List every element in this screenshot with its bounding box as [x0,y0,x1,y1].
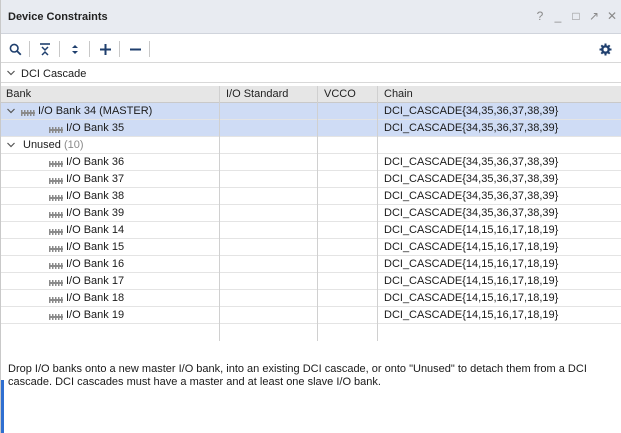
io-bank-icon [49,209,63,221]
column-divider [377,86,378,341]
search-icon[interactable] [5,39,25,59]
bank-cell: Unused [23,139,61,151]
unused-count: (10) [64,139,84,151]
bank-cell: I/O Bank 37 [66,173,125,185]
group-dci-cascade[interactable]: DCI Cascade [1,66,621,83]
help-text: Drop I/O banks onto a new master I/O ban… [8,363,587,388]
chain-cell: DCI_CASCADE{34,35,36,37,38,39} [384,190,559,202]
chain-cell: DCI_CASCADE{34,35,36,37,38,39} [384,105,559,117]
io-bank-icon [49,192,63,204]
title-bar: Device Constraints ? _ □ ↗ ✕ [1,0,621,34]
toolbar-separator [29,41,30,57]
table-row[interactable]: I/O Bank 38 DCI_CASCADE{34,35,36,37,38,39… [1,188,621,205]
chain-cell: DCI_CASCADE{34,35,36,37,38,39} [384,173,559,185]
focus-strip [1,380,4,433]
bank-cell: I/O Bank 35 [66,122,125,134]
collapse-all-icon[interactable] [35,39,55,59]
bank-cell: I/O Bank 14 [66,224,125,236]
expand-all-icon[interactable] [65,39,85,59]
column-header-chain[interactable]: Chain [384,88,413,100]
chevron-down-icon[interactable] [6,106,16,119]
chain-cell: DCI_CASCADE{34,35,36,37,38,39} [384,122,559,134]
window-controls: ? _ □ ↗ ✕ [531,9,621,23]
column-divider [317,86,318,341]
io-bank-icon [49,158,63,170]
column-header-bank[interactable]: Bank [6,88,31,100]
table-row[interactable]: I/O Bank 34 (MASTER) DCI_CASCADE{34,35,36… [1,103,621,120]
toolbar [1,35,621,63]
table-row[interactable]: I/O Bank 39 DCI_CASCADE{34,35,36,37,38,39… [1,205,621,222]
table-row[interactable]: I/O Bank 35 DCI_CASCADE{34,35,36,37,38,39… [1,120,621,137]
bank-cell: I/O Bank 36 [66,156,125,168]
table-row[interactable]: I/O Bank 15 DCI_CASCADE{14,15,16,17,18,19… [1,239,621,256]
panel-title: Device Constraints [8,11,108,23]
device-constraints-panel: Device Constraints ? _ □ ↗ ✕ DCI Cascade… [0,0,621,433]
table-row[interactable]: I/O Bank 16 DCI_CASCADE{14,15,16,17,18,19… [1,256,621,273]
chevron-down-icon[interactable] [6,68,16,81]
chain-cell: DCI_CASCADE{14,15,16,17,18,19} [384,309,559,321]
table-row[interactable]: I/O Bank 36 DCI_CASCADE{34,35,36,37,38,39… [1,154,621,171]
float-button[interactable]: ↗ [585,9,603,23]
chain-cell: DCI_CASCADE{14,15,16,17,18,19} [384,292,559,304]
toolbar-separator [119,41,120,57]
table-row[interactable]: I/O Bank 37 DCI_CASCADE{34,35,36,37,38,39… [1,171,621,188]
toolbar-separator [89,41,90,57]
chain-cell: DCI_CASCADE{14,15,16,17,18,19} [384,275,559,287]
table-row[interactable]: I/O Bank 17 DCI_CASCADE{14,15,16,17,18,19… [1,273,621,290]
io-bank-icon [49,277,63,289]
column-header-io-standard[interactable]: I/O Standard [226,88,288,100]
chain-cell: DCI_CASCADE{14,15,16,17,18,19} [384,241,559,253]
close-button[interactable]: ✕ [603,9,621,23]
table-row[interactable]: I/O Bank 18 DCI_CASCADE{14,15,16,17,18,19… [1,290,621,307]
table-header: Bank I/O Standard VCCO Chain [1,86,621,103]
help-button[interactable]: ? [531,9,549,23]
toolbar-separator [149,41,150,57]
io-bank-icon [49,124,63,136]
bank-cell: I/O Bank 38 [66,190,125,202]
maximize-button[interactable]: □ [567,9,585,23]
toolbar-separator [59,41,60,57]
chevron-down-icon[interactable] [6,140,16,153]
remove-icon[interactable] [125,39,145,59]
bank-cell: I/O Bank 16 [66,258,125,270]
io-bank-icon [49,294,63,306]
bank-cell: I/O Bank 34 (MASTER) [38,105,153,117]
io-bank-icon [49,226,63,238]
io-bank-icon [21,107,35,119]
chain-cell: DCI_CASCADE{14,15,16,17,18,19} [384,258,559,270]
minimize-button[interactable]: _ [549,9,567,23]
add-icon[interactable] [95,39,115,59]
gear-icon[interactable] [595,39,615,59]
chain-cell: DCI_CASCADE{34,35,36,37,38,39} [384,156,559,168]
bank-cell: I/O Bank 17 [66,275,125,287]
bank-cell: I/O Bank 19 [66,309,125,321]
io-bank-icon [49,260,63,272]
chain-cell: DCI_CASCADE{34,35,36,37,38,39} [384,207,559,219]
io-bank-icon [49,311,63,323]
chain-cell: DCI_CASCADE{14,15,16,17,18,19} [384,224,559,236]
group-label: DCI Cascade [21,68,87,80]
io-bank-icon [49,175,63,187]
bank-cell: I/O Bank 15 [66,241,125,253]
bank-cell: I/O Bank 18 [66,292,125,304]
table-row[interactable]: I/O Bank 19 DCI_CASCADE{14,15,16,17,18,19… [1,307,621,324]
column-divider [219,86,220,341]
table-row[interactable]: Unused (10) [1,137,621,154]
table-row[interactable]: I/O Bank 14 DCI_CASCADE{14,15,16,17,18,19… [1,222,621,239]
bank-cell: I/O Bank 39 [66,207,125,219]
column-header-vcco[interactable]: VCCO [324,88,356,100]
io-bank-icon [49,243,63,255]
